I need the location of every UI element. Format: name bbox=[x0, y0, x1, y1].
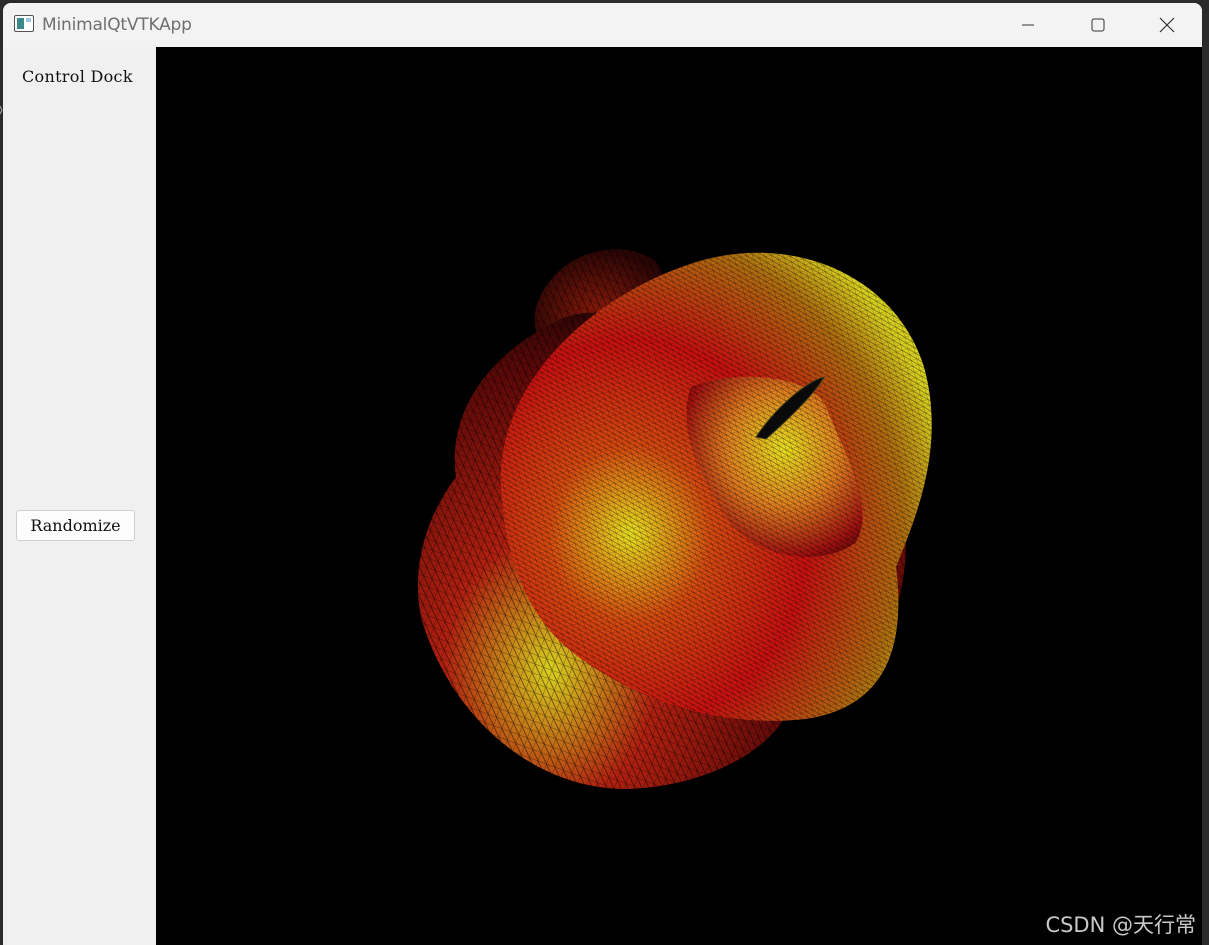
close-button[interactable] bbox=[1132, 3, 1202, 47]
vtk-render-view[interactable]: CSDN @天行常 bbox=[156, 47, 1202, 945]
dock-title: Control Dock bbox=[22, 67, 133, 86]
parametric-surface[interactable] bbox=[156, 47, 1202, 945]
minimize-icon bbox=[1022, 24, 1034, 26]
app-icon bbox=[14, 15, 34, 32]
window-title: MinimalQtVTKApp bbox=[42, 15, 192, 35]
watermark: CSDN @天行常 bbox=[1045, 913, 1196, 937]
randomize-button[interactable]: Randomize bbox=[16, 510, 135, 541]
control-dock: Control Dock Randomize bbox=[3, 47, 156, 945]
maximize-button[interactable] bbox=[1063, 3, 1133, 47]
close-icon bbox=[1159, 17, 1175, 33]
maximize-icon bbox=[1091, 18, 1105, 32]
minimize-button[interactable] bbox=[993, 3, 1063, 47]
title-bar[interactable]: MinimalQtVTKApp bbox=[3, 3, 1202, 47]
app-window: MinimalQtVTKApp Control Dock Randomize C… bbox=[3, 3, 1202, 945]
